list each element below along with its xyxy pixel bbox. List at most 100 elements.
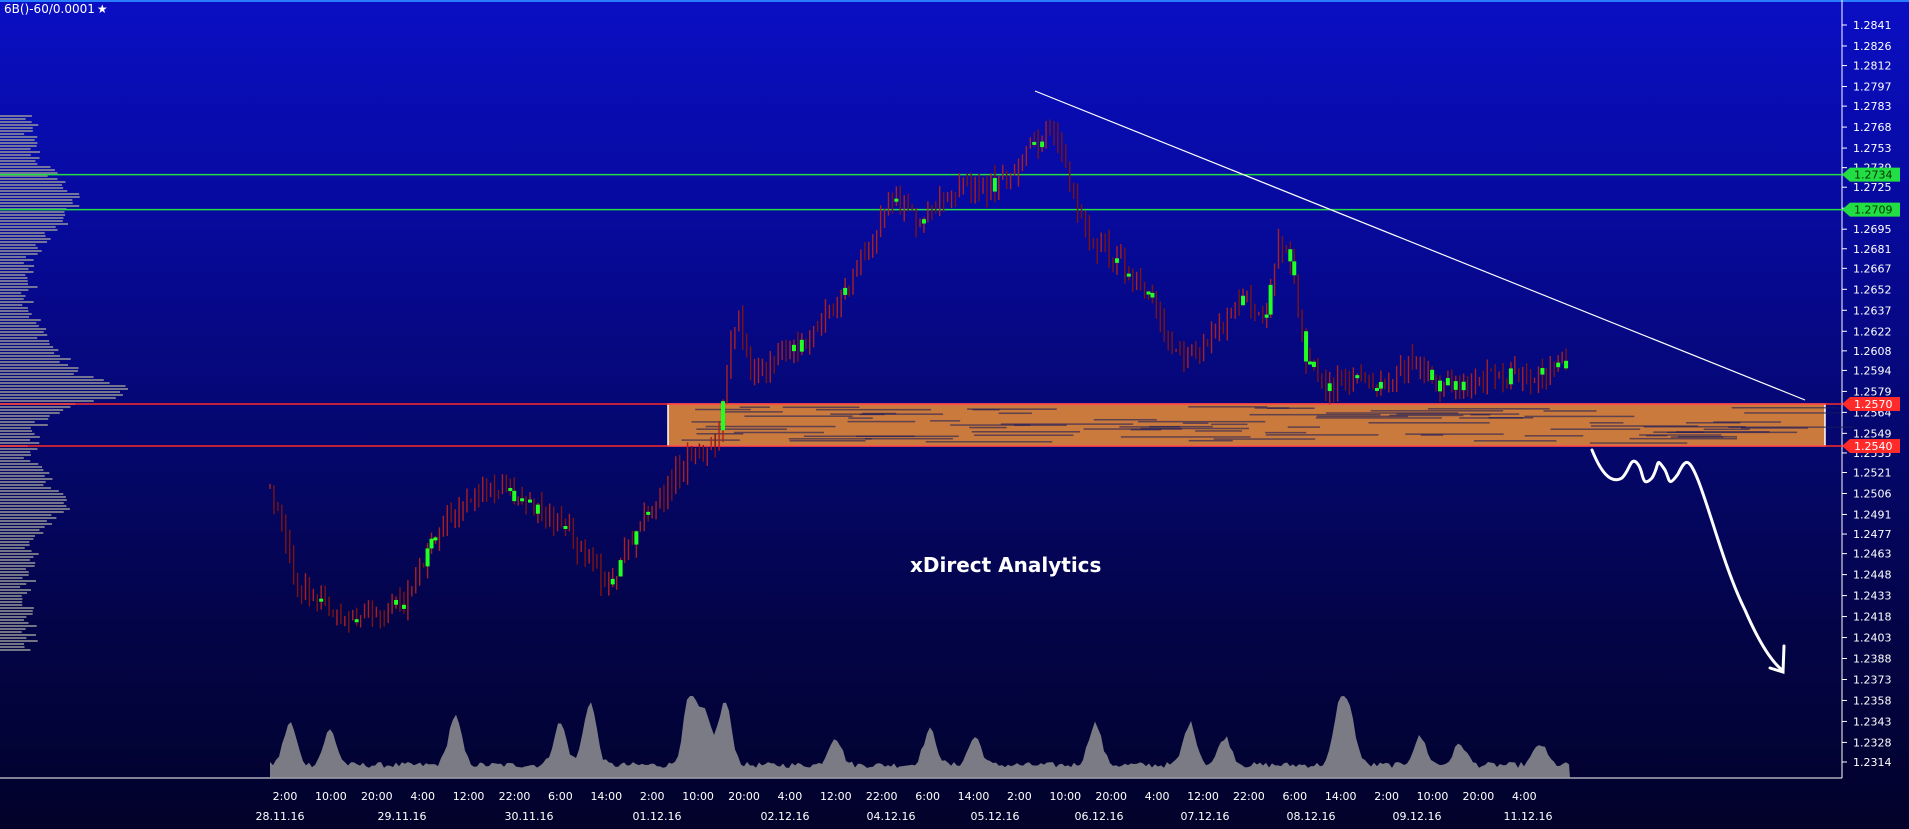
price-tick-label: 1.2463 [1853,548,1892,561]
volume-profile-bar [0,229,58,231]
volume-profile-bar [0,268,29,270]
level-price-label: 1.2709 [1854,204,1893,217]
volume-profile-bar [0,241,48,243]
support-zone-texture [1427,408,1550,410]
symbol-label: 6B()-60/0.0001 ★ [4,2,108,16]
date-tick-label: 29.11.16 [378,810,427,823]
volume-profile-bar [0,127,33,129]
volume-profile-bar [0,199,73,201]
volume-profile-bar [0,286,38,288]
support-zone-texture [1405,433,1504,435]
time-tick-label: 22:00 [1233,790,1265,803]
support-zone-texture [1550,428,1641,430]
support-zone-texture [862,412,897,415]
volume-profile-bar [0,214,66,216]
volume-profile-bar [0,469,44,471]
candle-body [1374,387,1379,391]
volume-profile-bar [0,190,68,192]
volume-profile-bar [0,361,60,363]
volume-profile-bar [0,472,50,474]
descending-trendline[interactable] [1034,90,1806,401]
candle-body [1564,360,1569,369]
time-tick-label: 6:00 [548,790,573,803]
date-tick-label: 04.12.16 [867,810,916,823]
candle-body [512,490,517,502]
volume-profile-bar [0,274,26,276]
watermark: xDirect Analytics [910,553,1102,577]
volume-profile-bar [0,595,22,597]
volume-profile-bar [0,310,29,312]
support-zone-texture [971,431,1080,433]
candle-body [1378,381,1383,389]
volume-profile-bar [0,400,94,402]
volume-profile-bar [0,340,50,342]
support-zone-texture [1420,434,1444,436]
volume-profile-bar [0,517,57,519]
volume-profile-bar [0,565,35,567]
volume-profile-bar [0,586,21,588]
volume-profile-bar [0,460,31,462]
symbol-text: 6B()-60/0.0001 [4,2,95,16]
price-tick-label: 1.2358 [1853,694,1892,707]
date-tick-label: 08.12.16 [1287,810,1336,823]
volume-profile-bar [0,298,24,300]
price-tick-label: 1.2652 [1853,283,1892,296]
support-zone-texture [803,435,915,438]
volume-profile-bar [0,448,38,450]
support-zone-texture [1119,426,1181,428]
support-zone-texture [1677,435,1738,438]
volume-profile-bar [0,562,36,564]
volume-profile-bar [0,205,80,207]
time-tick-label: 10:00 [315,790,347,803]
support-zone-texture [1265,431,1307,434]
time-tick-label: 22:00 [499,790,531,803]
volume-profile-bar [0,157,40,159]
volume-profile-bar [0,136,38,138]
time-tick-label: 2:00 [640,790,665,803]
support-zone-texture [1740,427,1808,429]
volume-profile-bar [0,589,31,591]
volume-profile-bar [0,289,29,291]
level-price-label: 1.2734 [1854,169,1893,182]
volume-profile-bar [0,367,79,369]
volume-profile-bar [0,388,128,390]
time-tick-label: 22:00 [866,790,898,803]
volume-profile-bar [0,499,67,501]
chart-window: 1.2841 1.2826 1.2812 1.2797 1.2783 1.2768 1.27… [0,0,1909,829]
volume-profile-bar [0,502,64,504]
candle-body [894,198,899,202]
support-zone-texture [1744,412,1841,414]
volume-profile-bar [0,487,51,489]
volume-profile-bar [0,262,24,264]
price-tick-label: 1.2373 [1853,673,1892,686]
projection-arrow[interactable] [1590,448,1784,672]
volume-profile-bar [0,421,35,423]
support-zone-texture [848,417,873,419]
volume-profile-bar [0,253,38,255]
candle-body [319,598,324,602]
candle-body [1311,361,1316,368]
price-tick-label: 1.2783 [1853,100,1892,113]
candle-body [433,537,438,541]
support-zone-texture [1120,436,1251,438]
time-tick-label: 4:00 [778,790,803,803]
star-icon[interactable]: ★ [97,2,108,16]
volume-profile-bar [0,544,30,546]
volume-profile-bar [0,211,65,213]
volume-profile-bar [0,394,123,396]
volume-profile-bar [0,196,80,198]
support-zone-texture [744,415,853,417]
support-zone-texture [1195,430,1243,432]
candle-body [1445,378,1450,386]
price-chart[interactable]: 1.2841 1.2826 1.2812 1.2797 1.2783 1.2768 1.27… [0,0,1909,829]
volume-profile-bar [0,505,67,507]
volume-profile-bar [0,583,27,585]
volume-profile-bar [0,265,35,267]
volume-profile-bar [0,556,34,558]
volume-profile-bar [0,322,37,324]
price-tick-label: 1.2579 [1853,385,1892,398]
candle-body [799,339,804,352]
volume-profile-bar [0,610,33,612]
price-tick-label: 1.2343 [1853,715,1892,728]
volume-profile-bar [0,334,48,336]
